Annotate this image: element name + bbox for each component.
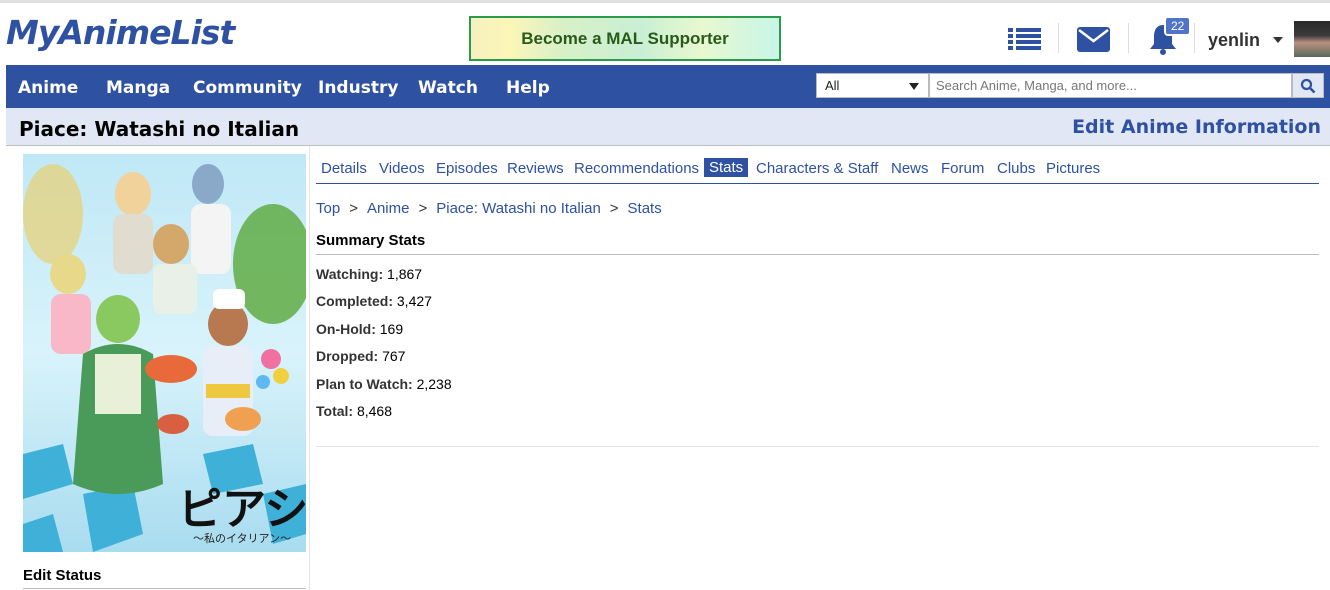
- avatar[interactable]: [1294, 21, 1330, 57]
- anime-tabs: Details Videos Episodes Reviews Recommen…: [316, 157, 1319, 184]
- stat-value: 169: [379, 321, 404, 337]
- title-bar: Piace: Watashi no Italian Edit Anime Inf…: [6, 108, 1330, 146]
- breadcrumb-separator: >: [349, 200, 358, 217]
- anime-list-icon[interactable]: [1008, 27, 1041, 52]
- tab-videos[interactable]: Videos: [379, 160, 425, 177]
- breadcrumb-title[interactable]: Piace: Watashi no Italian: [436, 200, 601, 217]
- tab-clubs[interactable]: Clubs: [997, 160, 1035, 177]
- stat-completed: Completed: 3,427: [316, 293, 432, 309]
- stat-label: Completed:: [316, 293, 393, 309]
- stat-on-hold: On-Hold: 169: [316, 321, 403, 337]
- edit-status-heading: Edit Status: [23, 567, 102, 584]
- stat-total: Total: 8,468: [316, 403, 392, 419]
- header-divider: [1194, 23, 1195, 53]
- stat-label: Plan to Watch:: [316, 376, 413, 392]
- summary-stats-heading: Summary Stats: [316, 232, 426, 249]
- search-button[interactable]: [1292, 73, 1324, 98]
- nav-industry[interactable]: Industry: [318, 78, 398, 98]
- svg-text:～私のイタリアン～: ～私のイタリアン～: [193, 532, 291, 545]
- tab-reviews[interactable]: Reviews: [507, 160, 564, 177]
- tab-forum[interactable]: Forum: [941, 160, 984, 177]
- header-divider: [1058, 23, 1059, 53]
- chevron-down-icon[interactable]: [1273, 37, 1283, 43]
- stat-value: 1,867: [387, 266, 423, 282]
- divider: [316, 254, 1319, 255]
- breadcrumb-separator: >: [418, 200, 428, 217]
- notification-badge[interactable]: 22: [1164, 16, 1192, 36]
- stat-label: Watching:: [316, 266, 384, 282]
- tab-news[interactable]: News: [891, 160, 929, 177]
- breadcrumb-top[interactable]: Top: [316, 200, 340, 217]
- search-icon: [1300, 78, 1316, 93]
- edit-anime-info-link[interactable]: Edit Anime Information: [1072, 116, 1321, 138]
- stat-plan-to-watch: Plan to Watch: 2,238: [316, 376, 452, 392]
- divider: [316, 446, 1319, 447]
- breadcrumb: Top > Anime > Piace: Watashi no Italian > Stat…: [316, 200, 662, 217]
- header-divider: [1128, 23, 1129, 53]
- svg-text:ピアシェ: ピアシェ: [178, 484, 306, 535]
- divider: [23, 588, 306, 589]
- breadcrumb-separator: >: [609, 200, 619, 217]
- page-title: Piace: Watashi no Italian: [19, 117, 300, 141]
- username[interactable]: yenlin: [1208, 30, 1260, 51]
- tab-recommendations[interactable]: Recommendations: [574, 160, 699, 177]
- anime-cover-image[interactable]: ピアシェ ～私のイタリアン～: [23, 154, 306, 552]
- stat-value: 3,427: [396, 293, 432, 309]
- stat-label: Total:: [316, 403, 354, 419]
- nav-watch[interactable]: Watch: [418, 78, 478, 98]
- mail-icon[interactable]: [1077, 27, 1110, 52]
- breadcrumb-anime[interactable]: Anime: [367, 200, 410, 217]
- stat-value: 2,238: [416, 376, 452, 392]
- supporter-banner[interactable]: Become a MAL Supporter: [469, 16, 781, 61]
- nav-manga[interactable]: Manga: [106, 78, 170, 98]
- tab-details[interactable]: Details: [321, 160, 367, 177]
- stat-value: 8,468: [356, 403, 393, 419]
- stat-watching: Watching: 1,867: [316, 266, 422, 282]
- stat-dropped: Dropped: 767: [316, 348, 405, 364]
- stat-value: 767: [382, 348, 406, 364]
- site-header: MyAnimeList Become a MAL Supporter 22 ye…: [0, 0, 1330, 65]
- search-input[interactable]: [929, 73, 1292, 98]
- tab-pictures[interactable]: Pictures: [1046, 160, 1100, 177]
- nav-anime[interactable]: Anime: [18, 78, 78, 98]
- chevron-down-icon[interactable]: [909, 83, 919, 90]
- tab-stats[interactable]: Stats: [704, 158, 749, 177]
- stat-label: On-Hold:: [316, 321, 376, 337]
- breadcrumb-stats[interactable]: Stats: [628, 200, 662, 217]
- stat-label: Dropped:: [316, 348, 379, 364]
- nav-community[interactable]: Community: [193, 78, 302, 98]
- left-sidebar: ピアシェ ～私のイタリアン～ Edit Status: [6, 146, 310, 590]
- site-logo[interactable]: MyAnimeList: [6, 13, 235, 52]
- tab-characters-staff[interactable]: Characters & Staff: [756, 160, 878, 177]
- tab-episodes[interactable]: Episodes: [436, 160, 498, 177]
- nav-help[interactable]: Help: [506, 78, 550, 98]
- main-nav: Anime Manga Community Industry Watch Hel…: [6, 65, 1330, 108]
